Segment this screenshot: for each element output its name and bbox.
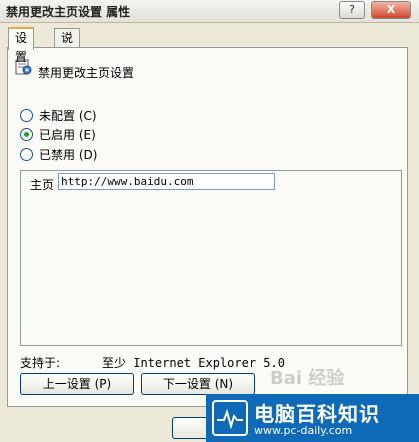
radio-disabled[interactable]: 已禁用 (D) [20, 146, 97, 163]
title-bar: 禁用更改主页设置 属性 ? X [0, 0, 419, 23]
policy-name: 禁用更改主页设置 [38, 66, 135, 80]
radio-not-configured[interactable]: 未配置 (C) [20, 107, 97, 124]
prev-setting-button[interactable]: 上一设置 (P) [20, 373, 134, 395]
next-setting-button[interactable]: 下一设置 (N) [141, 373, 255, 395]
tab-explain[interactable]: 说明 [54, 28, 81, 64]
support-value: 至少 Internet Explorer 5.0 [102, 356, 285, 370]
radio-circle[interactable] [20, 128, 33, 141]
support-label: 支持于: [20, 356, 61, 370]
window-title: 禁用更改主页设置 属性 [6, 5, 131, 19]
homepage-input[interactable]: http://www.baidu.com [58, 173, 275, 190]
site-watermark: 电脑百科知识 www.pc-daily.com [206, 394, 419, 442]
radio-enabled[interactable]: 已启用 (E) [20, 126, 96, 143]
options-box [20, 170, 402, 346]
close-button[interactable]: X [371, 1, 411, 19]
watermark-url: www.pc-daily.com [254, 424, 353, 437]
radio-label: 已启用 (E) [39, 128, 96, 142]
watermark-brand: 电脑百科知识 [254, 402, 380, 426]
radio-label: 未配置 (C) [39, 109, 97, 123]
help-button[interactable]: ? [339, 1, 365, 19]
monitor-icon [212, 400, 248, 436]
radio-circle[interactable] [20, 148, 33, 161]
radio-label: 已禁用 (D) [39, 148, 98, 162]
tab-settings[interactable]: 设置 [8, 27, 35, 64]
homepage-label: 主页 [30, 178, 55, 192]
baidu-watermark: Bai 经验 [270, 368, 345, 389]
pulse-icon [217, 408, 243, 430]
radio-circle[interactable] [20, 109, 33, 122]
